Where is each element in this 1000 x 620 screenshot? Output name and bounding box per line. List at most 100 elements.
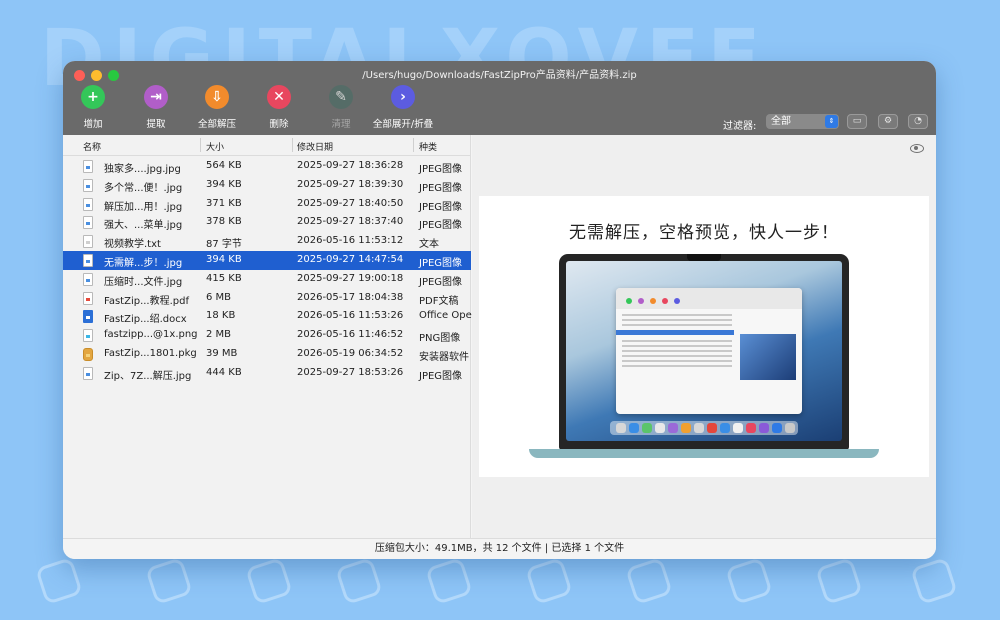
sidebar-icon: ▭ (852, 116, 862, 126)
toolbar-button-0[interactable]: + 增加 (63, 85, 128, 130)
file-size: 394 KB (206, 178, 242, 190)
file-name: FastZip...绍.docx (104, 314, 187, 326)
file-kind: 文本 (419, 239, 439, 251)
file-date: 2025-09-27 18:36:28 (297, 160, 404, 171)
file-row[interactable]: 解压加...用！.jpg 371 KB 2025-09-27 18:40:50 JPE… (63, 195, 471, 214)
file-size: 415 KB (206, 272, 242, 284)
extract-icon: ⇥ (144, 85, 168, 109)
chevron-updown-icon: ⇕ (825, 115, 838, 128)
toolbar-button-5[interactable]: › 全部展开/折叠 (368, 85, 438, 130)
quicklook-preview: 无需解压，空格预览，快人一步！ (472, 135, 936, 538)
file-date: 2026-05-16 11:53:26 (297, 310, 404, 322)
status-bar: 压缩包大小：49.1MB，共 12 个文件 | 已选择 1 个文件 (63, 538, 936, 559)
file-date: 2025-09-27 19:00:18 (297, 272, 404, 284)
file-name: FastZip...教程.pdf (104, 295, 189, 307)
plus-icon: + (81, 85, 105, 109)
file-kind: JPEG图像 (419, 258, 463, 269)
file-row[interactable]: FastZip...绍.docx 18 KB 2026-05-16 11:53:26… (63, 307, 472, 326)
file-row[interactable]: FastZip...教程.pdf 6 MB 2026-05-17 18:04:38 P… (63, 289, 471, 308)
file-date: 2026-05-16 11:53:12 (297, 235, 404, 247)
file-size: 6 MB (206, 291, 232, 303)
column-kind-header[interactable]: 种类 (419, 140, 437, 153)
toolbar-button-2[interactable]: ⇩ 全部解压 (182, 85, 252, 130)
column-name-header[interactable]: 名称 (83, 140, 101, 153)
file-size: 371 KB (206, 197, 242, 209)
gauge-icon: ◔ (914, 116, 922, 126)
file-name: 多个常...便！.jpg (104, 182, 183, 194)
jpg-file-icon (83, 366, 93, 380)
file-row[interactable]: 无需解...步！.jpg 394 KB 2025-09-27 14:47:54 JPE… (63, 251, 471, 270)
toolbar-button-3[interactable]: ✕ 删除 (244, 85, 314, 130)
file-date: 2025-09-27 18:37:40 (297, 216, 404, 228)
docx-file-icon (83, 310, 93, 324)
toolbar-button-label: 提取 (146, 119, 166, 130)
file-name: FastZip...1801.pkg (104, 348, 197, 359)
file-size: 444 KB (206, 366, 242, 378)
window-title: /Users/hugo/Downloads/FastZipPro产品资料/产品资… (362, 70, 637, 81)
laptop-illustration (529, 254, 879, 458)
file-date: 2025-09-27 18:53:26 (297, 366, 404, 378)
file-kind: 安装器软件 (419, 352, 469, 363)
file-list: 名称 大小 修改日期 种类 独家多....jpg.jpg 564 KB 2025-0… (63, 135, 472, 538)
toolbar: /Users/hugo/Downloads/FastZipPro产品资料/产品资… (63, 61, 936, 135)
jpg-file-icon (83, 197, 93, 211)
file-size: 378 KB (206, 216, 242, 228)
eye-icon[interactable] (910, 144, 924, 153)
file-name: 独家多....jpg.jpg (104, 164, 181, 175)
unzip-all-icon: ⇩ (205, 85, 229, 109)
toolbar-button-label: 增加 (83, 119, 103, 130)
png-file-icon (83, 329, 93, 343)
jpg-file-icon (83, 160, 93, 173)
file-kind: PNG图像 (419, 333, 461, 345)
file-kind: Office Ope (419, 310, 472, 322)
file-row[interactable]: 强大、...菜单.jpg 378 KB 2025-09-27 18:37:40 JPE… (63, 213, 471, 232)
file-name: 无需解...步！.jpg (104, 258, 183, 269)
jpg-file-icon (83, 178, 93, 192)
preview-headline: 无需解压，空格预览，快人一步！ (569, 223, 839, 243)
gear-icon: ⚙ (883, 116, 893, 126)
file-row[interactable]: 视频教学.txt 87 字节 2026-05-16 11:53:12 文本 (63, 232, 471, 251)
pdf-file-icon (83, 291, 93, 305)
column-size-header[interactable]: 大小 (206, 140, 224, 153)
file-row[interactable]: fastzipp...@1x.png 2 MB 2026-05-16 11:46:5… (63, 326, 471, 345)
expand-collapse-icon: › (391, 85, 415, 109)
file-size: 2 MB (206, 329, 232, 341)
file-row[interactable]: 多个常...便！.jpg 394 KB 2025-09-27 18:39:30 JPE… (63, 176, 471, 195)
file-size: 564 KB (206, 160, 242, 171)
column-header: 名称 大小 修改日期 种类 (63, 135, 471, 156)
app-window: /Users/hugo/Downloads/FastZipPro产品资料/产品资… (63, 61, 936, 559)
file-date: 2026-05-17 18:04:38 (297, 291, 404, 303)
txt-file-icon (83, 235, 93, 249)
file-date: 2026-05-19 06:34:52 (297, 348, 404, 359)
file-kind: JPEG图像 (419, 276, 463, 288)
sidebar-toggle-button[interactable]: ▭ (847, 114, 867, 129)
file-date: 2025-09-27 14:47:54 (297, 254, 404, 265)
file-size: 87 字节 (206, 239, 242, 251)
toolbar-button-label: 删除 (269, 119, 289, 130)
info-button[interactable]: ◔ (908, 114, 928, 129)
file-kind: PDF文稿 (419, 295, 459, 307)
toolbar-button-1[interactable]: ⇥ 提取 (121, 85, 191, 130)
filter-select[interactable]: 全部 ⇕ (766, 114, 839, 129)
toolbar-button-label: 全部展开/折叠 (372, 119, 434, 130)
toolbar-button-label: 清理 (331, 119, 351, 130)
file-date: 2025-09-27 18:39:30 (297, 178, 404, 190)
jpg-file-icon (83, 216, 93, 230)
column-date-header[interactable]: 修改日期 (297, 140, 333, 153)
clean-icon: ✎ (329, 85, 353, 109)
file-size: 18 KB (206, 310, 236, 322)
jpg-file-icon (83, 272, 93, 286)
file-date: 2026-05-16 11:46:52 (297, 329, 404, 341)
file-size: 39 MB (206, 348, 238, 359)
file-row[interactable]: 压缩时...文件.jpg 415 KB 2025-09-27 19:00:18 JPE… (63, 270, 471, 289)
file-row[interactable]: 独家多....jpg.jpg 564 KB 2025-09-27 18:36:28 J… (63, 157, 471, 176)
toolbar-button-label: 全部解压 (197, 119, 236, 130)
file-kind: JPEG图像 (419, 182, 463, 194)
file-kind: JPEG图像 (419, 220, 463, 232)
filter-label: 过滤器: (723, 121, 757, 132)
jpg-file-icon (83, 254, 93, 267)
settings-button[interactable]: ⚙ (878, 114, 898, 129)
file-row[interactable]: Zip、7Z...解压.jpg 444 KB 2025-09-27 18:53:26… (63, 364, 471, 383)
pkg-file-icon (83, 348, 93, 361)
file-row[interactable]: FastZip...1801.pkg 39 MB 2026-05-19 06:34:… (63, 345, 471, 364)
